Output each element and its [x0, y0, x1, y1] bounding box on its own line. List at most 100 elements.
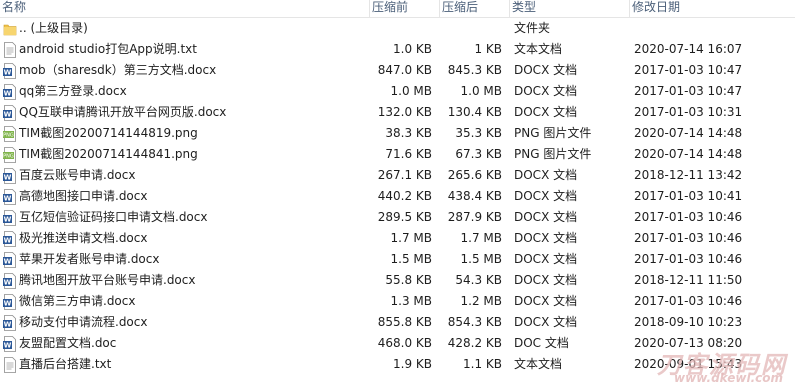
file-name: 极光推送申请文档.docx — [19, 231, 148, 245]
file-size-after: 854.3 KB — [447, 315, 502, 329]
file-name: qq第三方登录.docx — [19, 84, 127, 98]
file-size-after: 35.3 KB — [455, 126, 502, 140]
column-header-size-after[interactable]: 压缩后 — [440, 0, 510, 17]
file-name: QQ互联申请腾讯开放平台网页版.docx — [19, 105, 227, 119]
file-name: 互亿短信验证码接口申请文档.docx — [19, 210, 208, 224]
file-modified-date: 2020-07-14 14:48 — [634, 147, 743, 161]
file-name: 腾讯地图开放平台账号申请.docx — [19, 273, 196, 287]
docx-file-icon: W — [3, 168, 17, 184]
file-size-after: 1.1 KB — [463, 357, 502, 371]
file-list: .. (上级目录) 文件夹 android studio打包App说明.txt 1.0… — [0, 18, 795, 375]
file-size-before: 289.5 KB — [377, 210, 432, 224]
file-row[interactable]: .. (上级目录) 文件夹 — [0, 18, 795, 39]
file-size-after: 438.4 KB — [447, 189, 502, 203]
file-modified-date: 2017-01-03 10:47 — [634, 84, 743, 98]
doc-file-icon: W — [3, 336, 17, 352]
docx-file-icon: W — [3, 294, 17, 310]
file-size-after: 1.2 MB — [460, 294, 502, 308]
file-size-before: 1.5 MB — [390, 252, 432, 266]
file-modified-date: 2017-01-03 10:46 — [634, 231, 743, 245]
file-row[interactable]: 直播后台搭建.txt 1.9 KB 1.1 KB 文本文档 2020-09-01 15:… — [0, 354, 795, 375]
file-modified-date: 2018-12-11 11:50 — [634, 273, 743, 287]
file-modified-date: 2020-09-01 15:43 — [634, 357, 743, 371]
svg-text:W: W — [4, 237, 12, 245]
file-row[interactable]: W QQ互联申请腾讯开放平台网页版.docx 132.0 KB 130.4 KB DOC… — [0, 102, 795, 123]
column-header-name[interactable]: 名称 — [0, 0, 370, 17]
file-type: DOCX 文档 — [514, 84, 578, 98]
docx-file-icon: W — [3, 231, 17, 247]
file-type: DOCX 文档 — [514, 315, 578, 329]
file-modified-date: 2017-01-03 10:47 — [634, 63, 743, 77]
file-size-after: 845.3 KB — [447, 63, 502, 77]
file-name: 苹果开发者账号申请.docx — [19, 252, 160, 266]
file-size-after: 1 KB — [474, 42, 502, 56]
file-modified-date: 2020-07-13 08:20 — [634, 336, 743, 350]
svg-text:W: W — [4, 279, 12, 287]
file-type: DOC 文档 — [514, 336, 569, 350]
file-type: 文本文档 — [514, 357, 563, 371]
docx-file-icon: W — [3, 63, 17, 79]
file-type: DOCX 文档 — [514, 294, 578, 308]
file-size-after: 1.5 MB — [460, 252, 502, 266]
file-name: TIM截图20200714144819.png — [19, 126, 198, 140]
file-size-before: 855.8 KB — [377, 315, 432, 329]
file-type: DOCX 文档 — [514, 63, 578, 77]
file-row[interactable]: W 移动支付申请流程.docx 855.8 KB 854.3 KB DOCX 文档 201… — [0, 312, 795, 333]
file-size-after: 54.3 KB — [455, 273, 502, 287]
file-row[interactable]: W 微信第三方申请.docx 1.3 MB 1.2 MB DOCX 文档 2017-01-… — [0, 291, 795, 312]
column-header-type[interactable]: 类型 — [510, 0, 630, 17]
file-modified-date: 2017-01-03 10:31 — [634, 105, 743, 119]
file-size-after: 428.2 KB — [447, 336, 502, 350]
file-row[interactable]: W 互亿短信验证码接口申请文档.docx 289.5 KB 287.9 KB DOCX … — [0, 207, 795, 228]
file-row[interactable]: W 友盟配置文档.doc 468.0 KB 428.2 KB DOC 文档 2020-07… — [0, 333, 795, 354]
file-row[interactable]: Wqq第三方登录.docx 1.0 MB 1.0 MB DOCX 文档 2017-01-… — [0, 81, 795, 102]
file-size-before: 440.2 KB — [377, 189, 432, 203]
file-name: 微信第三方申请.docx — [19, 294, 136, 308]
file-size-before: 847.0 KB — [377, 63, 432, 77]
file-name: TIM截图20200714144841.png — [19, 147, 198, 161]
file-type: DOCX 文档 — [514, 168, 578, 182]
svg-text:W: W — [4, 90, 12, 98]
file-size-after: 130.4 KB — [447, 105, 502, 119]
file-row[interactable]: W 腾讯地图开放平台账号申请.docx 55.8 KB 54.3 KB DOCX 文档 2… — [0, 270, 795, 291]
svg-text:W: W — [4, 300, 12, 308]
docx-file-icon: W — [3, 189, 17, 205]
file-size-after: 265.6 KB — [447, 168, 502, 182]
svg-text:W: W — [4, 258, 12, 266]
file-row[interactable]: PNG TIM截图20200714144819.png 38.3 KB 35.3 KB… — [0, 123, 795, 144]
file-type: 文件夹 — [514, 21, 551, 35]
file-type: PNG 图片文件 — [514, 126, 592, 140]
svg-text:W: W — [4, 69, 12, 77]
file-row[interactable]: Wmob（sharesdk）第三方文档.docx 847.0 KB 845.3 KB… — [0, 60, 795, 81]
file-name: 友盟配置文档.doc — [19, 336, 117, 350]
file-type: DOCX 文档 — [514, 231, 578, 245]
svg-text:W: W — [4, 111, 12, 119]
file-row[interactable]: PNG TIM截图20200714144841.png 71.6 KB 67.3 KB… — [0, 144, 795, 165]
file-modified-date: 2018-09-10 10:23 — [634, 315, 743, 329]
file-size-before: 468.0 KB — [377, 336, 432, 350]
docx-file-icon: W — [3, 210, 17, 226]
file-size-before: 71.6 KB — [385, 147, 432, 161]
column-header-bar: 名称 压缩前 压缩后 类型 修改日期 — [0, 0, 795, 18]
svg-text:W: W — [4, 174, 12, 182]
file-row[interactable]: W 百度云账号申请.docx 267.1 KB 265.6 KB DOCX 文档 2018… — [0, 165, 795, 186]
file-name: 直播后台搭建.txt — [19, 357, 112, 371]
column-header-modified[interactable]: 修改日期 — [630, 0, 795, 17]
svg-text:W: W — [4, 216, 12, 224]
png-file-icon: PNG — [3, 126, 17, 142]
file-row[interactable]: W 极光推送申请文档.docx 1.7 MB 1.7 MB DOCX 文档 2017-01… — [0, 228, 795, 249]
file-size-before: 38.3 KB — [385, 126, 432, 140]
docx-file-icon: W — [3, 105, 17, 121]
file-modified-date: 2017-01-03 10:41 — [634, 189, 743, 203]
docx-file-icon: W — [3, 273, 17, 289]
svg-text:W: W — [4, 195, 12, 203]
file-type: DOCX 文档 — [514, 273, 578, 287]
column-header-size-before[interactable]: 压缩前 — [370, 0, 440, 17]
file-row[interactable]: android studio打包App说明.txt 1.0 KB 1 KB 文本文档 2… — [0, 39, 795, 60]
file-row[interactable]: W 高德地图接口申请.docx 440.2 KB 438.4 KB DOCX 文档 201… — [0, 186, 795, 207]
docx-file-icon: W — [3, 84, 17, 100]
file-row[interactable]: W 苹果开发者账号申请.docx 1.5 MB 1.5 MB DOCX 文档 2017-0… — [0, 249, 795, 270]
file-size-after: 67.3 KB — [455, 147, 502, 161]
file-modified-date: 2018-12-11 13:42 — [634, 168, 743, 182]
file-name: 百度云账号申请.docx — [19, 168, 136, 182]
